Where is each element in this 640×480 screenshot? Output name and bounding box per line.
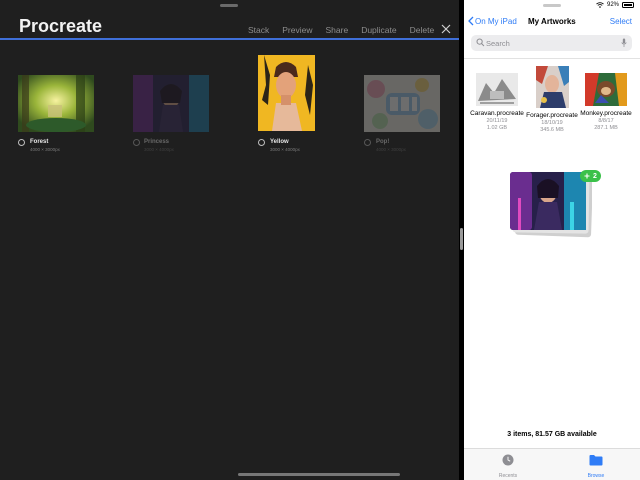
file-thumbnail (476, 73, 518, 106)
files-app: 92% On My iPad My Artworks Select Search… (464, 0, 640, 480)
tab-browse[interactable]: Browse (571, 453, 621, 479)
artwork-size: 3000 × 4000px (270, 147, 300, 152)
file-date: 8/8/17 (598, 118, 614, 124)
file-item-forager[interactable]: Forager.procreate 18/10/19 345.6 MB (525, 66, 579, 134)
search-icon (476, 38, 485, 47)
file-thumbnail (585, 73, 627, 106)
wifi-icon (596, 2, 604, 8)
back-button[interactable]: On My iPad (468, 16, 517, 26)
file-item-monkey[interactable]: Monkey.procreate 8/8/17 287.1 MB (579, 73, 633, 132)
split-view-handle[interactable] (460, 228, 463, 250)
home-indicator[interactable] (238, 473, 400, 476)
artwork-thumbnail[interactable] (364, 75, 440, 132)
select-button[interactable]: Select (610, 17, 632, 26)
select-radio[interactable] (18, 139, 25, 146)
artwork-thumbnail[interactable] (133, 75, 209, 132)
close-icon[interactable] (440, 23, 452, 35)
tab-label: Browse (587, 473, 605, 479)
search-bar[interactable] (471, 35, 632, 51)
file-name: Forager.procreate (526, 112, 578, 119)
file-date: 18/10/19 (541, 120, 563, 126)
artwork-size: 4000 × 3000px (30, 147, 60, 152)
battery-icon (622, 2, 634, 8)
selection-accent-line (0, 38, 459, 40)
artwork-name: Yellow (270, 139, 289, 145)
storage-summary: 3 items, 81.57 GB available (507, 431, 597, 438)
file-size: 1.02 GB (486, 125, 508, 131)
clock-icon (502, 454, 514, 466)
drag-count-badge: 2 (580, 170, 601, 182)
multitasking-grabber[interactable] (220, 4, 238, 7)
duplicate-button[interactable]: Duplicate (361, 25, 396, 35)
multitasking-grabber[interactable] (543, 4, 561, 7)
file-thumbnail (535, 66, 569, 108)
artwork-thumbnail[interactable] (258, 55, 315, 131)
back-button-label: On My iPad (475, 16, 517, 26)
tab-bar: Recents Browse (464, 448, 640, 480)
select-radio[interactable] (364, 139, 371, 146)
tab-recents[interactable]: Recents (483, 453, 533, 479)
tab-label: Recents (498, 473, 518, 479)
share-button[interactable]: Share (326, 25, 349, 35)
status-bar: 92% (596, 2, 634, 8)
delete-button[interactable]: Delete (410, 25, 435, 35)
drag-count: 2 (593, 172, 597, 180)
microphone-icon[interactable] (621, 38, 627, 48)
file-name: Caravan.procreate (470, 110, 524, 117)
preview-button[interactable]: Preview (282, 25, 312, 35)
file-item-caravan[interactable]: Caravan.procreate 20/11/19 1.02 GB (470, 73, 524, 132)
plus-icon (584, 173, 590, 179)
file-name: Monkey.procreate (580, 110, 632, 117)
select-radio[interactable] (133, 139, 140, 146)
divider (464, 58, 640, 59)
search-input[interactable] (486, 35, 611, 51)
artwork-size: 3000 × 4000px (144, 147, 174, 152)
app-title: Procreate (19, 16, 103, 36)
chevron-left-icon (468, 16, 474, 26)
gallery-toolbar: Stack Preview Share Duplicate Delete (248, 25, 447, 35)
folder-icon (589, 455, 603, 466)
artwork-name: Pop! (376, 139, 390, 145)
battery-percent: 92% (606, 2, 619, 8)
drag-preview-stack[interactable] (510, 172, 593, 238)
file-size: 287.1 MB (594, 125, 618, 131)
procreate-gallery: Procreate Stack Preview Share Duplicate … (0, 0, 459, 480)
artwork-name: Princess (144, 139, 170, 145)
select-radio[interactable] (258, 139, 265, 146)
artwork-size: 4000 × 3000px (376, 147, 406, 152)
file-size: 345.6 MB (540, 127, 564, 133)
artwork-thumbnail[interactable] (18, 75, 94, 132)
artwork-name: Forest (30, 139, 49, 145)
page-title: My Artworks (528, 17, 576, 26)
stack-button[interactable]: Stack (248, 25, 269, 35)
file-date: 20/11/19 (486, 118, 508, 124)
